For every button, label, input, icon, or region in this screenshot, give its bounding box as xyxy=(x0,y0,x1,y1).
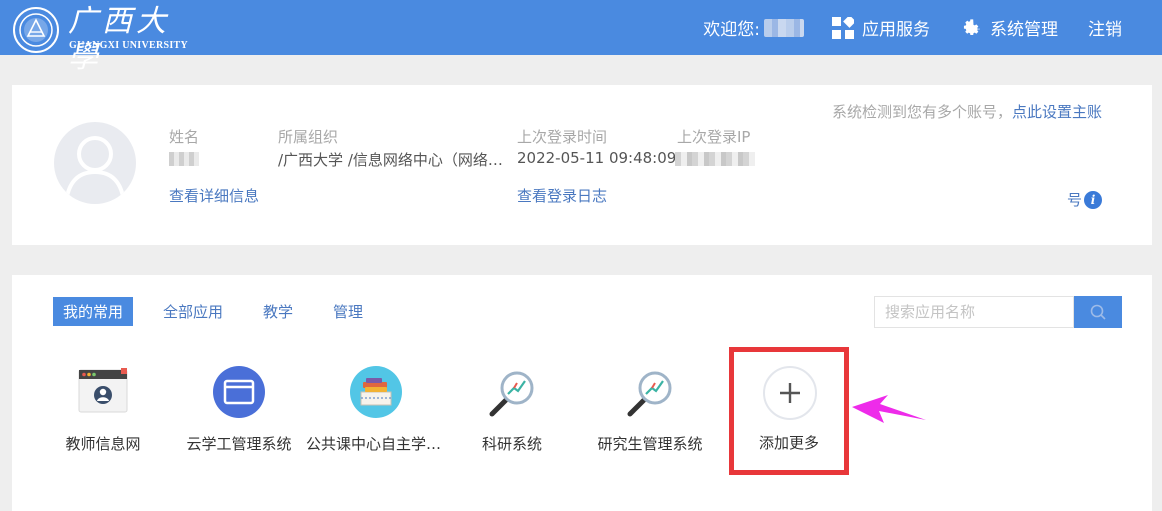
last-login-ip-label: 上次登录IP xyxy=(677,128,751,146)
add-more-highlight[interactable]: 添加更多 xyxy=(729,347,849,475)
org-label: 所属组织 xyxy=(278,128,339,146)
annotation-arrow-icon xyxy=(852,395,926,423)
university-seal-icon xyxy=(13,7,59,53)
app-public-course-center[interactable]: 公共课中心自主学习平台 xyxy=(306,363,446,454)
tab-all-apps[interactable]: 全部应用 xyxy=(153,297,233,326)
org-value: /广西大学 /信息网络中心（网络与信息化办公室） xyxy=(278,151,508,169)
last-login-time-value: 2022-05-11 09:48:09 xyxy=(517,149,677,167)
app-research-system[interactable]: 科研系统 xyxy=(442,363,582,454)
app-search xyxy=(874,296,1122,328)
user-name-redacted xyxy=(764,18,804,37)
search-button[interactable] xyxy=(1074,296,1122,328)
app-graduate-management-label: 研究生管理系统 xyxy=(597,435,703,453)
nav-app-services-label: 应用服务 xyxy=(862,20,930,40)
last-login-time-label: 上次登录时间 xyxy=(517,128,608,146)
app-research-system-label: 科研系统 xyxy=(481,435,542,453)
top-right-nav: 欢迎您: 应用服务 系统管理 注销 xyxy=(703,0,1162,55)
name-label: 姓名 xyxy=(169,128,200,146)
app-tabs: 我的常用 全部应用 教学 管理 xyxy=(53,297,393,326)
add-more-button[interactable] xyxy=(763,366,817,420)
plus-icon xyxy=(780,383,800,403)
books-icon xyxy=(347,363,405,421)
app-graduate-management[interactable]: 研究生管理系统 xyxy=(580,363,720,454)
set-primary-account-link[interactable]: 点此设置主账 xyxy=(1012,103,1102,121)
name-value-redacted xyxy=(169,152,199,166)
account-hint[interactable]: 号 i xyxy=(1067,189,1102,210)
avatar xyxy=(54,122,136,204)
apps-card: 我的常用 全部应用 教学 管理 搜索应用名称 教师信息网 云学工管理系统 公共课… xyxy=(12,275,1152,511)
view-login-log-link[interactable]: 查看登录日志 xyxy=(517,185,607,206)
tab-teaching[interactable]: 教学 xyxy=(253,297,303,326)
app-teacher-info-label: 教师信息网 xyxy=(65,435,141,453)
nav-system-management-label: 系统管理 xyxy=(990,20,1058,40)
search-input[interactable] xyxy=(874,296,1074,328)
app-cloud-student-affairs-label: 云学工管理系统 xyxy=(186,435,292,453)
multi-account-notice: 系统检测到您有多个账号，点此设置主账 xyxy=(832,101,1102,122)
multi-account-notice-text: 系统检测到您有多个账号， xyxy=(831,103,1012,121)
tab-my-frequent[interactable]: 我的常用 xyxy=(53,297,134,326)
welcome-text: 欢迎您: xyxy=(703,15,804,40)
logout-link[interactable]: 注销 xyxy=(1088,15,1122,40)
nav-system-management[interactable]: 系统管理 xyxy=(960,15,1058,40)
default-avatar-icon xyxy=(64,136,126,204)
account-hint-text: 号 xyxy=(1066,191,1082,209)
app-teacher-info[interactable]: 教师信息网 xyxy=(33,363,173,454)
add-more-label: 添加更多 xyxy=(758,434,819,452)
magnifier-chart-icon xyxy=(483,363,541,421)
top-bar: 广西大學 GUANGXI UNIVERSITY 欢迎您: 应用服务 系统管理 注… xyxy=(0,0,1162,75)
info-icon[interactable]: i xyxy=(1084,190,1102,209)
search-icon xyxy=(1090,304,1106,320)
tab-management[interactable]: 管理 xyxy=(323,297,373,326)
last-login-ip-redacted xyxy=(675,152,755,166)
gear-icon xyxy=(963,18,980,35)
apps-grid-icon xyxy=(832,16,854,39)
nav-app-services[interactable]: 应用服务 xyxy=(832,15,930,40)
app-public-course-center-label: 公共课中心自主学习平台 xyxy=(306,435,446,453)
teacher-info-icon xyxy=(74,363,132,421)
window-icon xyxy=(210,363,268,421)
magnifier-chart-icon xyxy=(621,363,679,421)
app-cloud-student-affairs[interactable]: 云学工管理系统 xyxy=(169,363,309,454)
profile-card: 姓名 查看详细信息 所属组织 /广西大学 /信息网络中心（网络与信息化办公室） … xyxy=(12,85,1152,245)
logo-english-name: GUANGXI UNIVERSITY xyxy=(69,40,189,51)
view-detail-link[interactable]: 查看详细信息 xyxy=(169,185,259,206)
welcome-label: 欢迎您: xyxy=(703,20,760,40)
university-logo[interactable]: 广西大學 GUANGXI UNIVERSITY xyxy=(12,4,192,75)
